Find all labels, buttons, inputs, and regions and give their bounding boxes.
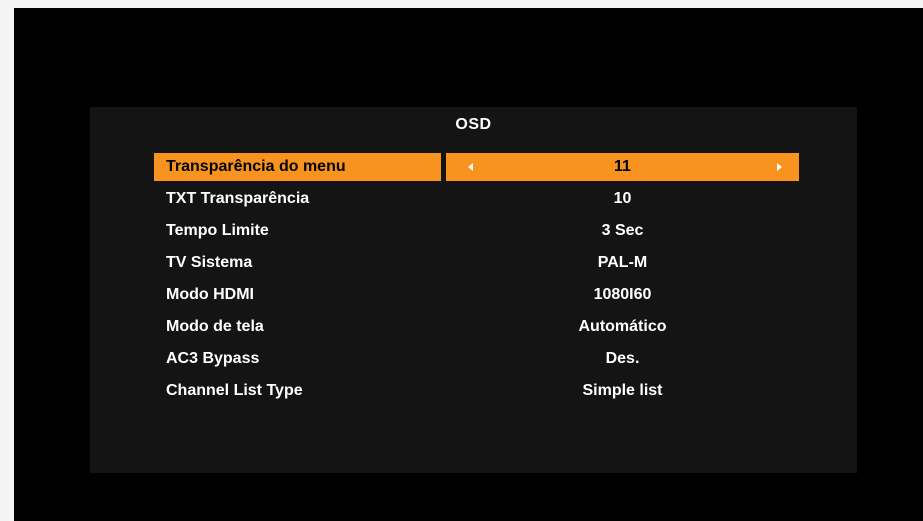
setting-value: Automático: [578, 318, 667, 335]
arrow-left-icon[interactable]: [468, 163, 473, 171]
setting-row-hdmi-mode[interactable]: Modo HDMI 1080I60: [154, 281, 799, 313]
setting-row-screen-mode[interactable]: Modo de tela Automático: [154, 313, 799, 345]
setting-row-channel-list-type[interactable]: Channel List Type Simple list: [154, 377, 799, 409]
setting-label: Modo HDMI: [166, 286, 254, 303]
setting-value: PAL-M: [597, 254, 648, 271]
setting-value: Des.: [605, 350, 640, 367]
setting-row-tv-system[interactable]: TV Sistema PAL-M: [154, 249, 799, 281]
arrow-right-icon[interactable]: [777, 163, 782, 171]
setting-row-timeout[interactable]: Tempo Limite 3 Sec: [154, 217, 799, 249]
setting-value: 1080I60: [593, 286, 652, 303]
setting-row-txt-transparency[interactable]: TXT Transparência 10: [154, 185, 799, 217]
setting-label: Tempo Limite: [166, 222, 269, 239]
settings-list: Transparência do menu 11 TXT Transparênc…: [154, 153, 799, 409]
setting-value: 10: [613, 190, 632, 207]
menu-title: OSD: [455, 116, 492, 133]
setting-value-text: 11: [614, 158, 631, 175]
setting-value: 3 Sec: [601, 222, 644, 239]
tv-screen: OSD Transparência do menu 11 TXT Transpa…: [14, 8, 923, 521]
setting-value: Simple list: [582, 382, 663, 399]
osd-menu-panel: OSD Transparência do menu 11 TXT Transpa…: [90, 107, 857, 473]
setting-value[interactable]: 11: [446, 153, 799, 181]
setting-label: AC3 Bypass: [166, 350, 260, 367]
setting-label: TV Sistema: [166, 254, 253, 271]
setting-row-ac3-bypass[interactable]: AC3 Bypass Des.: [154, 345, 799, 377]
setting-label: Transparência do menu: [154, 153, 441, 181]
setting-label: Channel List Type: [166, 382, 303, 399]
setting-label: Modo de tela: [166, 318, 264, 335]
setting-label: TXT Transparência: [166, 190, 310, 207]
setting-row-menu-transparency[interactable]: Transparência do menu 11: [154, 153, 799, 185]
